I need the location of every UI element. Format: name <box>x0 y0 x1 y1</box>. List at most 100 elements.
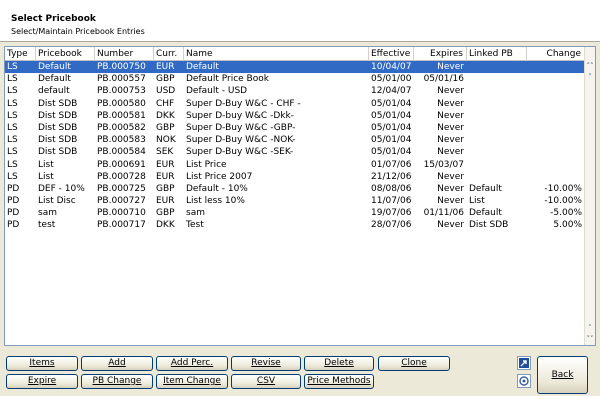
clone-button[interactable]: Clone <box>378 356 450 371</box>
table-row[interactable]: LS Dist SDB PB.000580 CHF Super D-Buy W&C - … <box>5 98 585 110</box>
table-row[interactable]: LS Dist SDB PB.000581 DKK Super D-buy W&C -D… <box>5 110 585 122</box>
cell-type: PD <box>7 196 20 207</box>
revise-button[interactable]: Revise <box>231 356 301 371</box>
table-header: Type Pricebook Number Curr. Name Effecti… <box>5 47 585 61</box>
price-methods-button[interactable]: Price Methods <box>304 374 374 389</box>
cell-change: -5.00% <box>550 208 582 219</box>
table-body: LS Default PB.000750 EUR Default 10/04/07 Neve… <box>5 61 585 232</box>
cell-linked-pb <box>467 73 527 85</box>
cell-number: PB.000717 <box>97 220 146 231</box>
chevron-up-icon[interactable]: ˄ <box>585 72 595 82</box>
cell-expires: Never <box>437 135 464 146</box>
delete-button[interactable]: Delete <box>304 356 374 371</box>
table-row[interactable]: LS Default PB.000557 GBP Default Price Book 0… <box>5 73 585 85</box>
cell-change <box>527 146 585 158</box>
cell-pricebook: Dist SDB <box>38 122 78 133</box>
cell-expires: Never <box>437 98 464 109</box>
cell-name: Default - USD <box>186 86 248 97</box>
double-chevron-up-icon[interactable]: ˄˄ <box>585 61 595 71</box>
column-header-type[interactable]: Type <box>5 47 36 61</box>
column-header-expires[interactable]: Expires <box>414 47 467 61</box>
cell-change <box>527 85 585 97</box>
cell-type: LS <box>7 159 18 170</box>
cell-currency: EUR <box>156 171 175 182</box>
cell-name: Default <box>186 62 219 72</box>
cell-effective: 05/01/04 <box>371 122 412 133</box>
cell-pricebook: Dist SDB <box>38 98 78 109</box>
table-row[interactable]: PD sam PB.000710 GBP sam 19/07/06 01/11/06 Defa… <box>5 207 585 219</box>
back-button-label: Back <box>551 370 574 380</box>
page-title: Select Pricebook <box>11 14 96 24</box>
cell-change <box>527 110 585 122</box>
cell-type: LS <box>7 135 18 146</box>
cell-effective: 28/07/06 <box>371 220 412 231</box>
column-header-currency[interactable]: Curr. <box>154 47 184 61</box>
cell-expires: Never <box>437 171 464 182</box>
add-percent-button[interactable]: Add Perc. <box>156 356 228 371</box>
table-row[interactable]: PD DEF - 10% PB.000725 GBP Default - 10% 08/0… <box>5 183 585 195</box>
cell-linked-pb <box>467 61 527 73</box>
table-row[interactable]: LS Dist SDB PB.000584 SEK Super D-Buy W&C -S… <box>5 146 585 158</box>
cell-change: 5.00% <box>553 220 582 231</box>
cell-effective: 05/01/04 <box>371 135 412 146</box>
cell-expires: Never <box>437 147 464 158</box>
button-bar: Items Add Add Perc. Revise Delete Clone … <box>0 350 600 396</box>
cell-name: Super D-buy W&C -Dkk- <box>186 110 294 121</box>
cell-currency: EUR <box>156 159 175 170</box>
cell-name: Super D-Buy W&C - CHF - <box>186 98 301 109</box>
item-change-button[interactable]: Item Change <box>156 374 228 389</box>
table-row[interactable]: LS Dist SDB PB.000583 NOK Super D-Buy W&C -N… <box>5 134 585 146</box>
double-chevron-down-icon[interactable]: ˅˅ <box>585 334 595 344</box>
cell-number: PB.000582 <box>97 122 146 133</box>
column-header-number[interactable]: Number <box>95 47 154 61</box>
column-header-effective[interactable]: Effective <box>369 47 414 61</box>
vertical-scrollbar[interactable]: ˄˄ ˄ ˅ ˅˅ <box>584 47 595 345</box>
cell-number: PB.000728 <box>97 171 146 182</box>
table-row[interactable]: LS List PB.000728 EUR List Price 2007 21/12/0… <box>5 171 585 183</box>
table-row[interactable]: LS Default PB.000750 EUR Default 10/04/07 Neve… <box>5 61 585 74</box>
cell-effective: 08/08/06 <box>371 183 412 194</box>
cell-effective: 05/01/04 <box>371 98 412 109</box>
cell-linked-pb <box>467 146 527 158</box>
chevron-down-icon[interactable]: ˅ <box>585 323 595 333</box>
table-row[interactable]: LS Dist SDB PB.000582 GBP Super D-Buy W&C -G… <box>5 122 585 134</box>
table-row[interactable]: PD List Disc PB.000727 EUR List less 10% 11/0… <box>5 195 585 207</box>
cell-linked-pb: List <box>469 196 485 207</box>
cell-type: LS <box>7 110 18 121</box>
column-header-pricebook[interactable]: Pricebook <box>36 47 95 61</box>
column-header-name[interactable]: Name <box>184 47 369 61</box>
csv-button[interactable]: CSV <box>231 374 301 389</box>
cell-number: PB.000710 <box>97 208 146 219</box>
pb-change-button[interactable]: PB Change <box>81 374 153 389</box>
cell-type: LS <box>7 147 18 158</box>
cell-effective: 05/01/00 <box>371 74 412 85</box>
add-button[interactable]: Add <box>81 356 153 371</box>
export-arrow-icon <box>519 358 529 368</box>
table-row[interactable]: LS List PB.000691 EUR List Price 01/07/06 15/0… <box>5 159 585 171</box>
cell-type: LS <box>7 74 18 85</box>
back-button[interactable]: Back <box>537 356 588 394</box>
cell-name: List Price 2007 <box>186 171 253 182</box>
cell-effective: 11/07/06 <box>371 196 412 207</box>
column-header-change[interactable]: Change <box>527 47 585 61</box>
cell-name: Super D-Buy W&C -GBP- <box>186 122 296 133</box>
help-button[interactable] <box>517 374 531 388</box>
expire-button[interactable]: Expire <box>6 374 78 389</box>
cell-change: -10.00% <box>544 196 582 207</box>
cell-linked-pb: Default <box>469 208 502 219</box>
items-button[interactable]: Items <box>6 356 78 371</box>
table-row[interactable]: LS default PB.000753 USD Default - USD 12/04/… <box>5 85 585 97</box>
cell-change <box>527 98 585 110</box>
table-row[interactable]: PD test PB.000717 DKK Test 28/07/06 Never Dist … <box>5 219 585 231</box>
page-header: Select Pricebook Select/Maintain Pricebo… <box>0 0 600 42</box>
cell-change <box>527 73 585 85</box>
cell-currency: SEK <box>156 147 174 158</box>
cell-pricebook: Default <box>38 74 71 85</box>
export-button[interactable] <box>517 356 531 370</box>
cell-linked-pb <box>467 110 527 122</box>
cell-currency: EUR <box>156 62 175 72</box>
column-header-linked-pb[interactable]: Linked PB <box>467 47 527 61</box>
pricebook-table[interactable]: Type Pricebook Number Curr. Name Effecti… <box>4 46 596 346</box>
csv-button-label: CSV <box>256 376 276 386</box>
cell-pricebook: default <box>38 86 70 97</box>
